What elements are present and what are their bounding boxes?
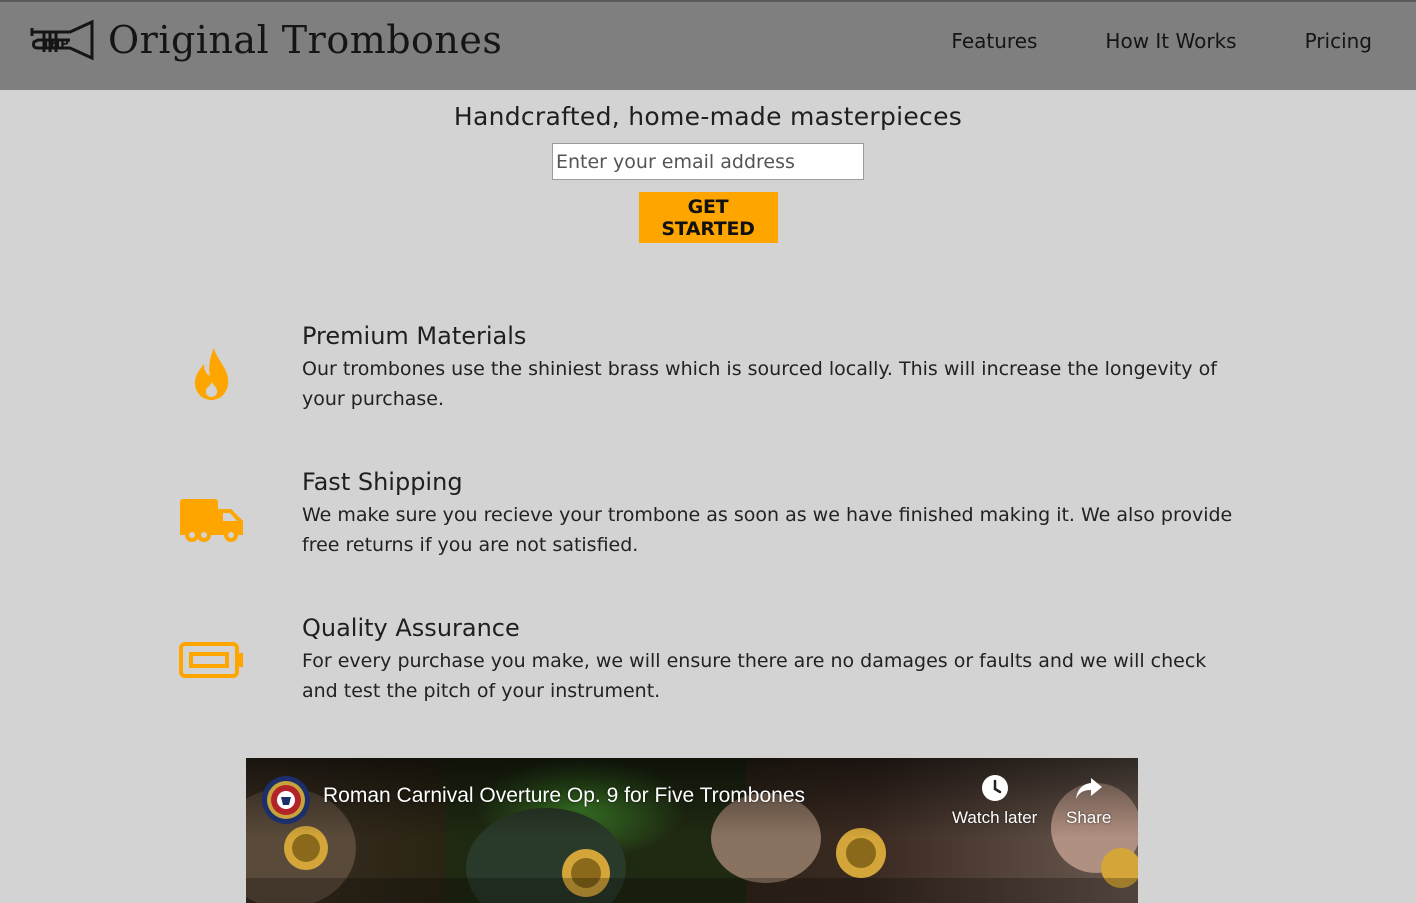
trumpet-logo-icon: THP xyxy=(30,19,94,61)
nav-link-pricing[interactable]: Pricing xyxy=(1305,29,1372,53)
brand[interactable]: THP Original Trombones xyxy=(30,18,502,62)
video-title[interactable]: Roman Carnival Overture Op. 9 for Five T… xyxy=(323,784,805,808)
battery-icon xyxy=(172,640,252,680)
hero-section: Handcrafted, home-made masterpieces GET … xyxy=(0,90,1416,243)
get-started-button[interactable]: GET STARTED xyxy=(638,192,778,243)
feature-premium-materials: Premium Materials Our trombones use the … xyxy=(0,318,1416,464)
nav-link-features[interactable]: Features xyxy=(951,29,1037,53)
hero-heading: Handcrafted, home-made masterpieces xyxy=(453,102,963,131)
fire-icon xyxy=(172,344,252,404)
watch-later-label: Watch later xyxy=(952,808,1038,827)
features-section: Premium Materials Our trombones use the … xyxy=(0,318,1416,756)
video-embed[interactable]: Roman Carnival Overture Op. 9 for Five T… xyxy=(246,758,1138,903)
truck-icon xyxy=(172,496,252,546)
feature-quality-assurance: Quality Assurance For every purchase you… xyxy=(0,610,1416,756)
clock-icon xyxy=(981,775,1008,801)
feature-title: Premium Materials xyxy=(302,322,527,350)
svg-text:THP: THP xyxy=(42,37,69,51)
email-input[interactable] xyxy=(552,143,864,180)
feature-title: Quality Assurance xyxy=(302,614,520,642)
feature-text: Premium Materials Our trombones use the … xyxy=(302,318,1242,414)
feature-text: Quality Assurance For every purchase you… xyxy=(302,610,1242,706)
feature-description: Our trombones use the shiniest brass whi… xyxy=(302,358,1217,410)
share-button[interactable]: Share xyxy=(1066,774,1111,828)
feature-fast-shipping: Fast Shipping We make sure you recieve y… xyxy=(0,464,1416,610)
feature-text: Fast Shipping We make sure you recieve y… xyxy=(302,464,1242,560)
feature-description: We make sure you recieve your trombone a… xyxy=(302,504,1233,556)
feature-title: Fast Shipping xyxy=(302,468,463,496)
share-arrow-icon xyxy=(1075,778,1102,799)
channel-avatar-icon[interactable] xyxy=(261,775,311,825)
watch-later-button[interactable]: Watch later xyxy=(952,774,1037,828)
share-label: Share xyxy=(1066,808,1112,827)
nav-link-how-it-works[interactable]: How It Works xyxy=(1105,29,1236,53)
nav-links: Features How It Works Pricing xyxy=(951,29,1372,53)
navbar: THP Original Trombones Features How It W… xyxy=(0,0,1416,90)
brand-name: Original Trombones xyxy=(108,18,503,62)
feature-description: For every purchase you make, we will ens… xyxy=(302,650,1207,702)
